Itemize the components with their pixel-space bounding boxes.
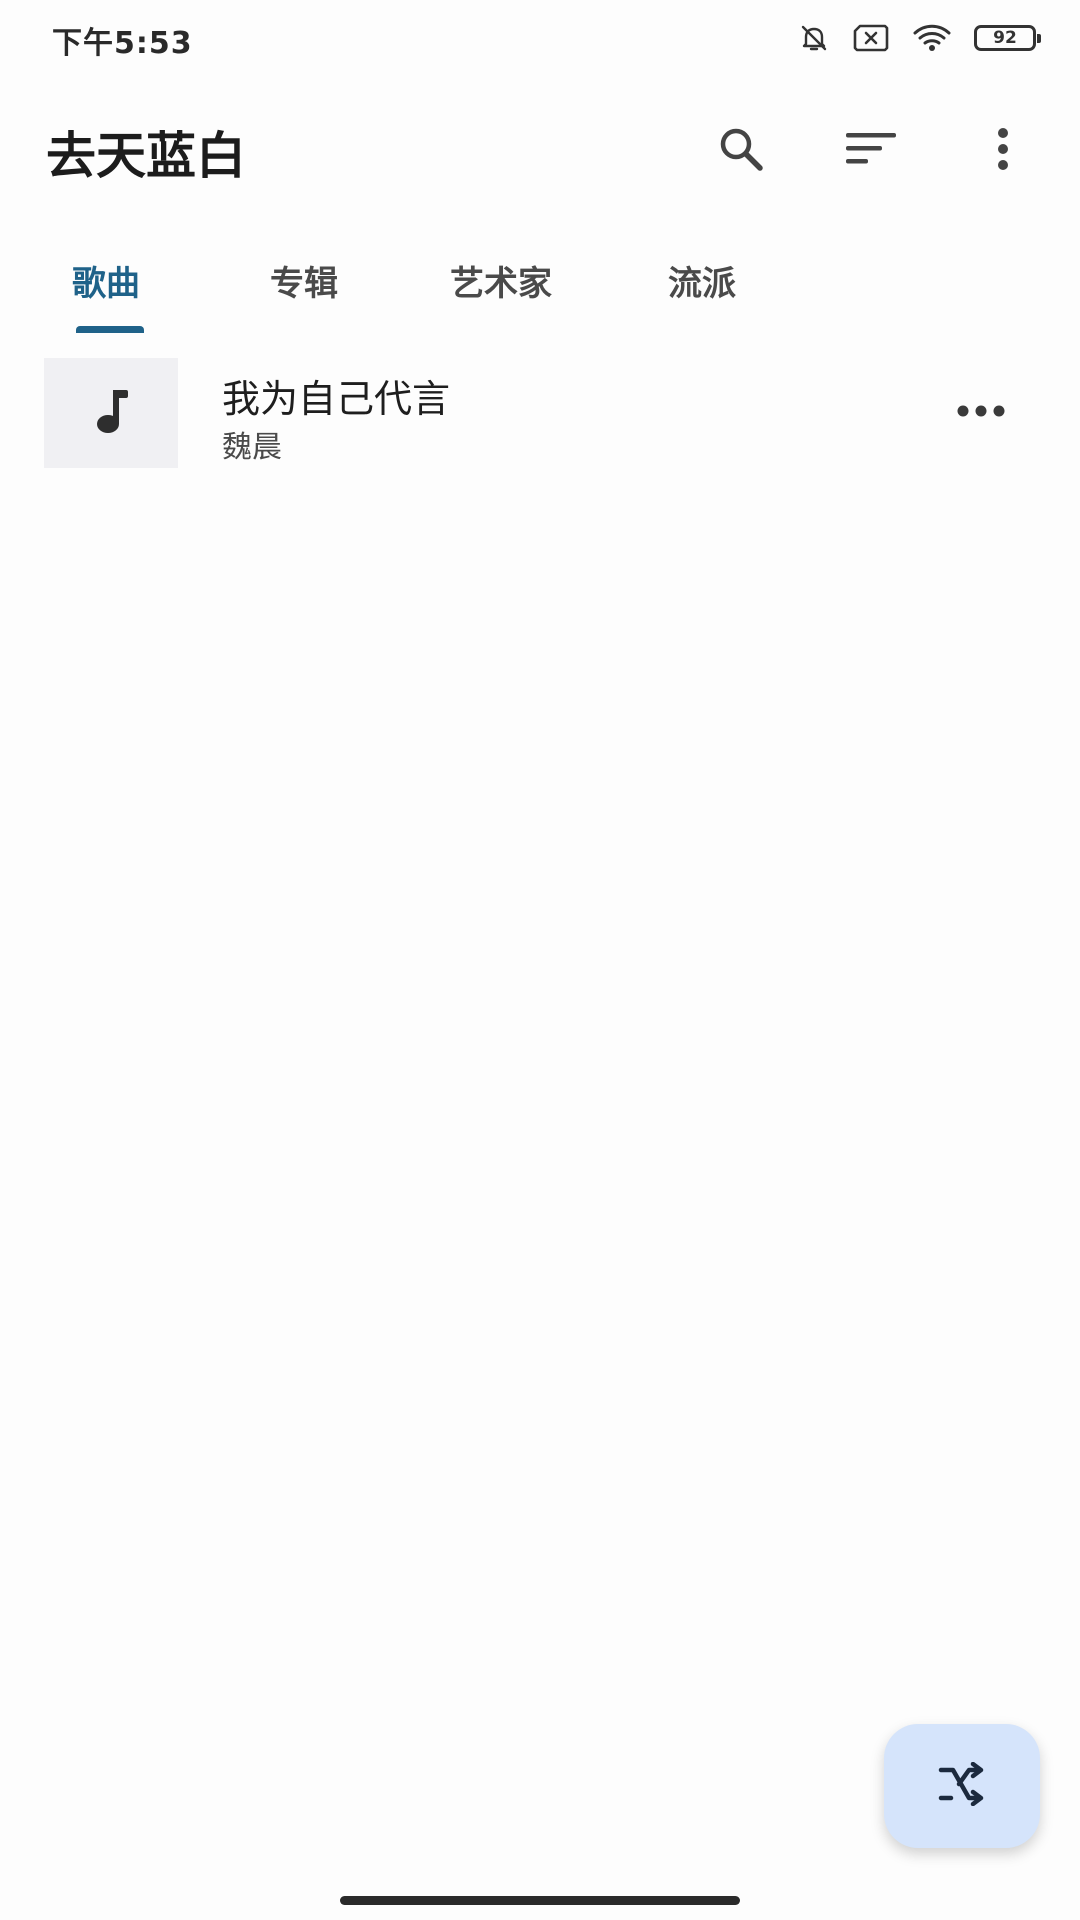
music-note-icon	[91, 386, 131, 440]
list-item[interactable]: 我为自己代言 魏晨	[0, 356, 1080, 468]
tab-bar: 歌曲 专辑 艺术家 流派	[0, 236, 1080, 333]
song-title: 我为自己代言	[222, 377, 451, 421]
status-bar: 下午5:53 92	[0, 0, 1080, 76]
tab-albums[interactable]: 专辑	[270, 256, 338, 305]
more-vertical-icon	[995, 127, 1011, 175]
song-artist: 魏晨	[222, 430, 282, 465]
status-time: 下午5:53	[52, 26, 193, 61]
battery-icon: 92	[974, 25, 1041, 51]
tab-artists[interactable]: 艺术家	[450, 256, 552, 305]
tab-songs[interactable]: 歌曲	[72, 256, 140, 305]
battery-level: 92	[993, 27, 1017, 48]
more-horizontal-icon	[957, 403, 1005, 422]
status-icons: 92	[798, 20, 1041, 56]
sim-disabled-icon	[852, 23, 890, 53]
more-options-button[interactable]	[972, 120, 1034, 182]
song-more-button[interactable]	[946, 384, 1016, 440]
page-title: 去天蓝白	[46, 127, 246, 185]
bell-muted-icon	[798, 22, 830, 54]
tab-indicator	[76, 326, 144, 333]
sort-icon	[844, 129, 898, 173]
shuffle-icon	[937, 1761, 987, 1810]
tab-genres[interactable]: 流派	[668, 256, 736, 305]
search-icon	[715, 123, 767, 179]
shuffle-button[interactable]	[884, 1724, 1040, 1848]
wifi-icon	[912, 22, 952, 54]
search-button[interactable]	[710, 120, 772, 182]
song-thumbnail	[44, 358, 178, 468]
app-bar: 去天蓝白	[0, 96, 1080, 206]
sort-button[interactable]	[840, 120, 902, 182]
navigation-handle[interactable]	[340, 1896, 740, 1905]
